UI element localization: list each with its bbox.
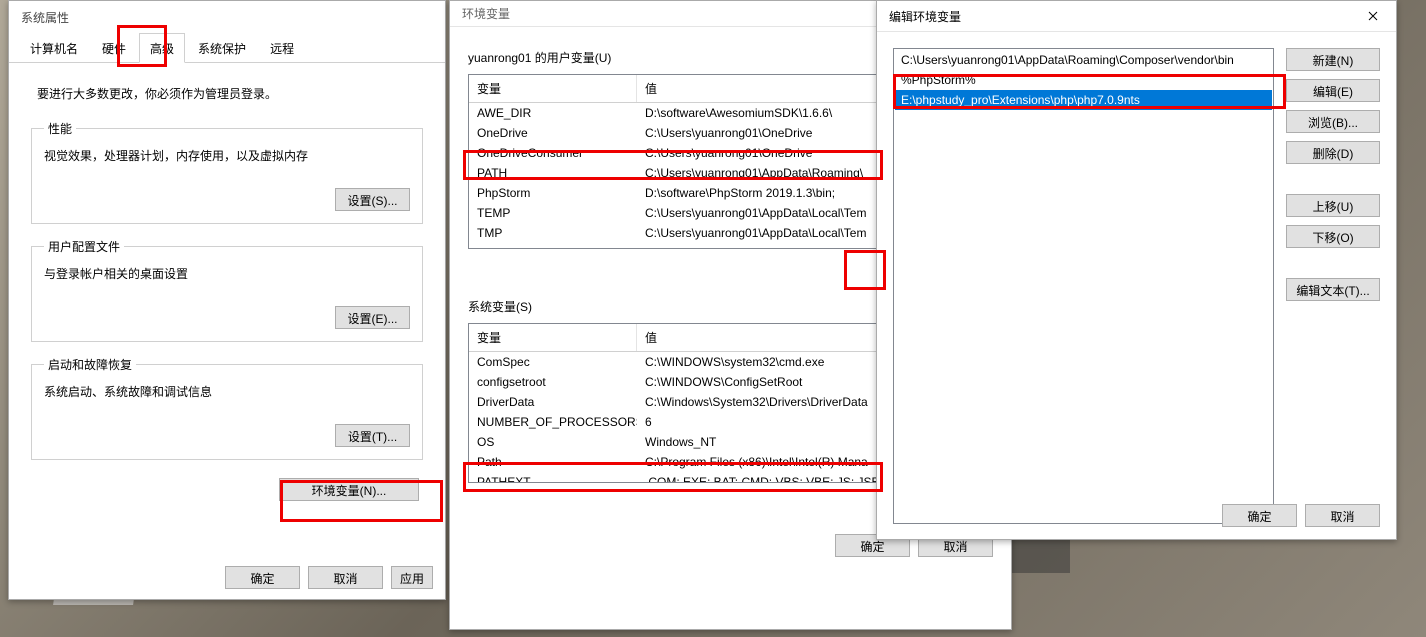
close-icon <box>1368 11 1378 21</box>
move-down-button[interactable]: 下移(O) <box>1286 225 1380 248</box>
path-entries-list[interactable]: C:\Users\yuanrong01\AppData\Roaming\Comp… <box>893 48 1274 524</box>
environment-variables-button[interactable]: 环境变量(N)... <box>279 478 419 501</box>
ok-button[interactable]: 确定 <box>225 566 300 589</box>
startup-recovery-legend: 启动和故障恢复 <box>44 356 136 373</box>
startup-recovery-desc: 系统启动、系统故障和调试信息 <box>44 383 410 400</box>
new-button[interactable]: 新建(N) <box>1286 48 1380 71</box>
user-profile-desc: 与登录帐户相关的桌面设置 <box>44 265 410 282</box>
startup-recovery-settings-button[interactable]: 设置(T)... <box>335 424 410 447</box>
performance-desc: 视觉效果，处理器计划，内存使用，以及虚拟内存 <box>44 147 410 164</box>
browse-button[interactable]: 浏览(B)... <box>1286 110 1380 133</box>
list-item[interactable]: E:\phpstudy_pro\Extensions\php\php7.0.9n… <box>895 90 1272 110</box>
var-name: DriverData <box>469 392 637 412</box>
var-name: Path <box>469 452 637 472</box>
var-name: OneDrive <box>469 123 637 143</box>
edit-text-button[interactable]: 编辑文本(T)... <box>1286 278 1380 301</box>
dialog-title: 编辑环境变量 <box>889 8 961 25</box>
performance-legend: 性能 <box>44 120 76 137</box>
system-properties-dialog: 系统属性 计算机名 硬件 高级 系统保护 远程 要进行大多数更改，你必须作为管理… <box>8 0 446 600</box>
tab-hardware[interactable]: 硬件 <box>91 33 137 63</box>
var-name: OneDriveConsumer <box>469 143 637 163</box>
var-name: ComSpec <box>469 352 637 372</box>
tabs-bar: 计算机名 硬件 高级 系统保护 远程 <box>9 32 445 63</box>
tab-system-protection[interactable]: 系统保护 <box>187 33 257 63</box>
var-name: TMP <box>469 223 637 243</box>
dialog-title: 系统属性 <box>9 1 445 32</box>
move-up-button[interactable]: 上移(U) <box>1286 194 1380 217</box>
var-name: TEMP <box>469 203 637 223</box>
cancel-button[interactable]: 取消 <box>308 566 383 589</box>
var-name: PATHEXT <box>469 472 637 483</box>
close-button[interactable] <box>1350 3 1396 29</box>
performance-group: 性能 视觉效果，处理器计划，内存使用，以及虚拟内存 设置(S)... <box>31 120 423 224</box>
tab-computer-name[interactable]: 计算机名 <box>19 33 89 63</box>
edit-button[interactable]: 编辑(E) <box>1286 79 1380 102</box>
user-profile-legend: 用户配置文件 <box>44 238 124 255</box>
var-name: configsetroot <box>469 372 637 392</box>
user-profile-settings-button[interactable]: 设置(E)... <box>335 306 410 329</box>
side-buttons: 新建(N) 编辑(E) 浏览(B)... 删除(D) 上移(U) 下移(O) 编… <box>1286 48 1380 524</box>
ok-button[interactable]: 确定 <box>1222 504 1297 527</box>
cancel-button[interactable]: 取消 <box>1305 504 1380 527</box>
admin-note: 要进行大多数更改，你必须作为管理员登录。 <box>37 85 417 102</box>
startup-recovery-group: 启动和故障恢复 系统启动、系统故障和调试信息 设置(T)... <box>31 356 423 460</box>
tab-advanced[interactable]: 高级 <box>139 33 185 63</box>
delete-button[interactable]: 删除(D) <box>1286 141 1380 164</box>
tab-remote[interactable]: 远程 <box>259 33 305 63</box>
performance-settings-button[interactable]: 设置(S)... <box>335 188 410 211</box>
var-name: PhpStorm <box>469 183 637 203</box>
var-name: NUMBER_OF_PROCESSORS <box>469 412 637 432</box>
edit-environment-variable-dialog: 编辑环境变量 C:\Users\yuanrong01\AppData\Roami… <box>876 0 1397 540</box>
var-name: PATH <box>469 163 637 183</box>
header-variable[interactable]: 变量 <box>469 75 637 102</box>
list-item[interactable]: %PhpStorm% <box>895 70 1272 90</box>
header-variable[interactable]: 变量 <box>469 324 637 351</box>
apply-button[interactable]: 应用 <box>391 566 433 589</box>
var-name: OS <box>469 432 637 452</box>
var-name: AWE_DIR <box>469 103 637 123</box>
list-item[interactable]: C:\Users\yuanrong01\AppData\Roaming\Comp… <box>895 50 1272 70</box>
user-profile-group: 用户配置文件 与登录帐户相关的桌面设置 设置(E)... <box>31 238 423 342</box>
